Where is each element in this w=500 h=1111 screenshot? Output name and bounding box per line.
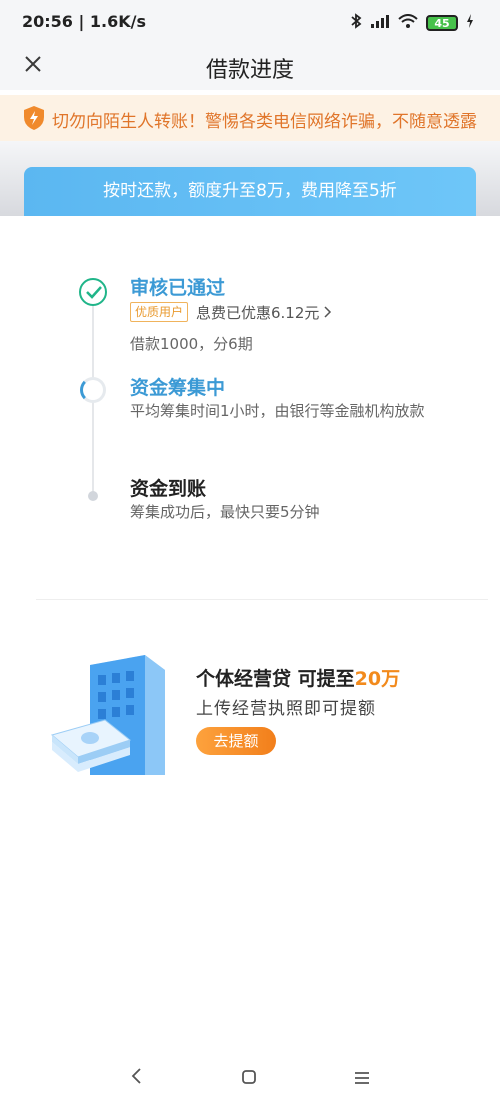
shield-icon	[22, 105, 46, 131]
menu-icon[interactable]	[347, 1064, 377, 1094]
building-money-illustration	[50, 650, 170, 775]
fee-discount-link[interactable]: 息费已优惠6.12元	[196, 302, 332, 323]
wifi-icon	[398, 14, 418, 32]
step-arrival-detail: 筹集成功后，最快只要5分钟	[130, 503, 320, 521]
business-loan-card: 个体经营贷 可提至20万 上传经营执照即可提额 去提额	[50, 650, 450, 780]
business-loan-title-prefix: 个体经营贷 可提至	[196, 668, 355, 690]
step-arrival-title: 资金到账	[130, 478, 207, 500]
step-approved-title: 审核已通过	[130, 277, 226, 299]
business-loan-title: 个体经营贷 可提至20万	[196, 664, 400, 691]
charging-icon	[466, 14, 474, 32]
page-title: 借款进度	[205, 58, 294, 83]
step-raising-detail: 平均筹集时间1小时，由银行等金融机构放款	[130, 402, 425, 420]
business-loan-subtitle: 上传经营执照即可提额	[196, 699, 376, 719]
fee-discount-text: 息费已优惠6.12元	[196, 304, 320, 322]
home-icon[interactable]	[234, 1064, 264, 1094]
system-nav-bar	[0, 1060, 500, 1100]
pending-dot-icon	[88, 491, 98, 501]
loading-icon	[80, 377, 106, 403]
step-approved-detail: 借款1000，分6期	[130, 335, 253, 353]
step-raising-title: 资金筹集中	[130, 377, 226, 399]
signal-icon	[370, 14, 390, 32]
status-bar: 20:56 | 1.6K/s 45	[0, 0, 500, 44]
battery-icon: 45	[426, 15, 458, 31]
back-icon[interactable]	[122, 1064, 152, 1094]
status-time: 20:56 | 1.6K/s	[22, 12, 147, 31]
raise-limit-button[interactable]: 去提额	[196, 727, 276, 755]
check-circle-icon	[79, 278, 107, 306]
promo-banner[interactable]: 按时还款，额度升至8万，费用降至5折	[24, 167, 476, 216]
fraud-warning-banner: 切勿向陌生人转账！警惕各类电信网络诈骗，不随意透露	[0, 95, 500, 141]
bluetooth-icon	[350, 13, 362, 33]
warning-text: 切勿向陌生人转账！警惕各类电信网络诈骗，不随意透露	[52, 112, 477, 132]
business-loan-amount: 20万	[354, 668, 401, 690]
status-icons: 45	[350, 13, 474, 33]
premium-user-badge: 优质用户	[130, 302, 189, 322]
divider	[36, 599, 488, 600]
header-bar: 借款进度	[0, 44, 500, 90]
chevron-right-icon	[324, 304, 332, 322]
